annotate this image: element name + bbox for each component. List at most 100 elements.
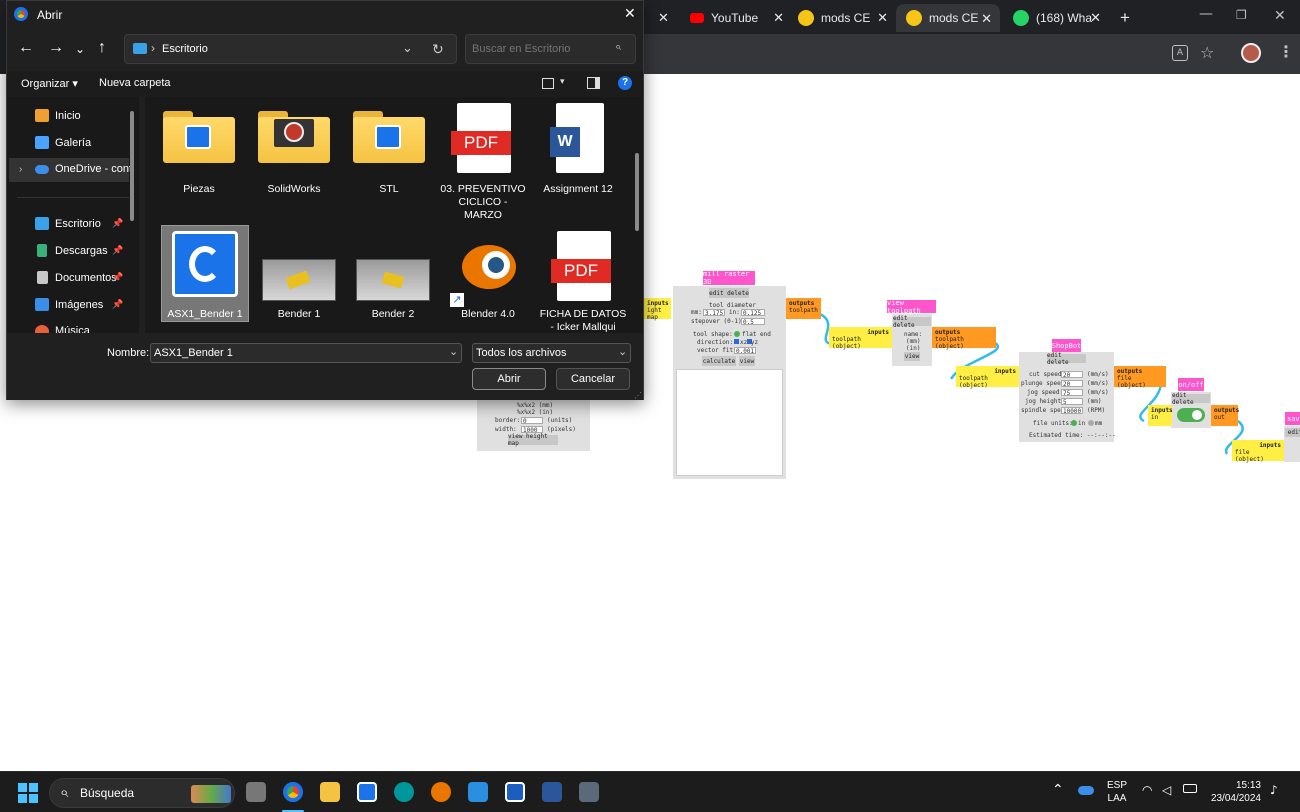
cut-speed-input[interactable]: 20 — [1061, 371, 1083, 379]
pin-icon[interactable]: 📌 — [112, 272, 123, 283]
arduino-icon[interactable] — [394, 782, 414, 802]
close-icon[interactable]: ✕ — [1090, 10, 1101, 26]
bookmark-star-icon[interactable]: ☆ — [1200, 43, 1214, 62]
radio-flat-end[interactable] — [734, 331, 740, 337]
stepover-input[interactable]: 0.5 — [741, 318, 765, 326]
battery-icon[interactable] — [1183, 784, 1197, 793]
sidebar-item-escritorio[interactable]: Escritorio — [35, 217, 101, 230]
search-icon[interactable]: ⌕ — [615, 41, 621, 54]
shopbot-edit-delete[interactable]: edit delete — [1047, 352, 1086, 366]
save-title[interactable]: sav — [1285, 412, 1300, 425]
new-tab-button[interactable]: + — [1120, 6, 1130, 30]
sidebar-item-musica[interactable]: Música — [35, 325, 90, 333]
taskbar-search[interactable]: ⌕ Búsqueda — [49, 778, 235, 808]
plunge-speed-input[interactable]: 20 — [1061, 380, 1083, 388]
width-input[interactable]: 1000 — [521, 426, 543, 434]
blender-taskbar-icon[interactable] — [431, 782, 451, 802]
mm-input[interactable]: 3.175 — [703, 309, 725, 317]
view-button[interactable]: view — [739, 356, 755, 366]
translate-icon[interactable]: A — [1172, 45, 1188, 61]
filename-input[interactable] — [154, 346, 434, 360]
resize-grip-icon[interactable]: ⋰ — [634, 391, 642, 400]
recent-dropdown-icon[interactable]: ⌄ — [75, 42, 85, 56]
volume-icon[interactable]: ◁ — [1162, 783, 1171, 797]
window-close-icon[interactable]: ✕ — [1274, 8, 1286, 24]
task-view-icon[interactable] — [246, 782, 266, 802]
vscode-icon[interactable] — [468, 782, 488, 802]
in-input[interactable]: 0.125 — [741, 309, 765, 317]
view-toolpath-outputs[interactable]: outputs toolpath (object) — [932, 327, 996, 350]
profile-avatar[interactable] — [1241, 43, 1261, 63]
address-bar[interactable]: › Escritorio ⌄ ↻ — [124, 34, 457, 64]
close-icon[interactable]: ✕ — [877, 10, 888, 26]
help-icon[interactable]: ? — [618, 76, 632, 90]
pin-icon[interactable]: 📌 — [112, 299, 123, 310]
tab-youtube[interactable]: YouTube ✕ — [690, 6, 784, 30]
mill-raster-inputs[interactable]: inputs ight map — [644, 298, 671, 321]
back-icon[interactable]: ← — [18, 39, 34, 57]
breadcrumb[interactable]: Escritorio — [162, 43, 208, 55]
mill-raster-edit-delete[interactable]: edit delete — [709, 288, 749, 298]
jog-height-input[interactable]: 5 — [1061, 398, 1083, 406]
onoff-toggle[interactable] — [1177, 408, 1205, 422]
chevron-down-icon[interactable]: ⌄ — [449, 345, 458, 358]
close-icon[interactable]: ✕ — [773, 10, 784, 26]
refresh-icon[interactable]: ↻ — [432, 41, 444, 58]
app-c2-icon[interactable] — [505, 782, 525, 802]
search-box[interactable]: ⌕ — [465, 34, 636, 64]
shopbot-title[interactable]: ShopBot — [1052, 339, 1081, 352]
up-icon[interactable]: ↑ — [98, 39, 106, 57]
onoff-inputs[interactable]: inputs in — [1148, 405, 1173, 426]
mill-raster-outputs[interactable]: outputs toolpath — [786, 298, 821, 319]
view-dropdown-icon[interactable]: ▾ — [560, 76, 565, 87]
onoff-title[interactable]: on/off — [1178, 378, 1204, 391]
notification-bell-icon[interactable]: ♪ — [1270, 783, 1278, 797]
checkbox-xz[interactable] — [734, 339, 739, 344]
filename-combobox[interactable]: ⌄ — [150, 343, 462, 363]
dialog-close-icon[interactable]: ✕ — [624, 5, 636, 22]
chevron-down-icon[interactable]: ⌄ — [618, 345, 627, 358]
radio-units-in[interactable] — [1071, 420, 1077, 426]
border-input[interactable]: 0 — [521, 417, 543, 425]
close-icon[interactable]: ✕ — [981, 11, 992, 27]
expand-icon[interactable]: › — [19, 164, 22, 175]
nav-scrollbar[interactable] — [130, 111, 134, 221]
jog-speed-input[interactable]: 75 — [1061, 389, 1083, 397]
onoff-edit-delete[interactable]: edit delete — [1172, 392, 1210, 406]
search-input[interactable] — [472, 41, 612, 57]
chevron-down-icon[interactable]: ⌄ — [402, 40, 413, 56]
maximize-icon[interactable]: ❐ — [1236, 8, 1247, 22]
app-c-icon[interactable] — [357, 782, 377, 802]
file-explorer-icon[interactable] — [320, 782, 340, 802]
sidebar-item-descargas[interactable]: Descargas — [35, 244, 108, 257]
open-button[interactable]: Abrir — [472, 368, 546, 390]
chevron-up-icon[interactable]: ⌃ — [1052, 782, 1064, 798]
tab-whatsapp[interactable]: (168) Wha ✕ — [1013, 6, 1101, 30]
wifi-icon[interactable]: ◠ — [1142, 783, 1152, 797]
tab-mods-ce[interactable]: mods CE ✕ — [798, 6, 888, 30]
file-scrollbar[interactable] — [635, 153, 639, 231]
view-toolpath-view-button[interactable]: view — [904, 352, 920, 361]
pin-icon[interactable]: 📌 — [112, 218, 123, 229]
minimize-icon[interactable]: — — [1199, 6, 1213, 22]
tab-close-partial[interactable]: ✕ — [648, 6, 669, 30]
sidebar-item-inicio[interactable]: Inicio — [35, 109, 81, 122]
word-taskbar-icon[interactable] — [542, 782, 562, 802]
windows-start-icon[interactable] — [18, 783, 38, 803]
calculator-icon[interactable] — [579, 782, 599, 802]
clock[interactable]: 15:13 23/04/2024 — [1205, 779, 1261, 805]
radio-units-mm[interactable] — [1088, 420, 1094, 426]
more-menu-icon[interactable]: ⋮ — [1278, 42, 1294, 61]
language-indicator[interactable]: ESP LAA — [1107, 779, 1127, 805]
calculate-button[interactable]: calculate — [702, 356, 736, 366]
forward-icon[interactable]: → — [48, 39, 64, 57]
cancel-button[interactable]: Cancelar — [556, 368, 630, 390]
chrome-taskbar-icon[interactable] — [283, 782, 303, 802]
shopbot-inputs[interactable]: inputs toolpath (object) — [956, 366, 1019, 389]
pin-icon[interactable]: 📌 — [112, 245, 123, 256]
tab-mods-ce-active[interactable]: mods CE ✕ — [896, 4, 1000, 32]
onedrive-tray-icon[interactable] — [1078, 786, 1094, 795]
view-toolpath-edit-delete[interactable]: edit delete — [893, 315, 931, 329]
save-inputs[interactable]: inputs file (object) — [1232, 440, 1284, 463]
organize-button[interactable]: Organizar ▾ — [21, 77, 78, 90]
